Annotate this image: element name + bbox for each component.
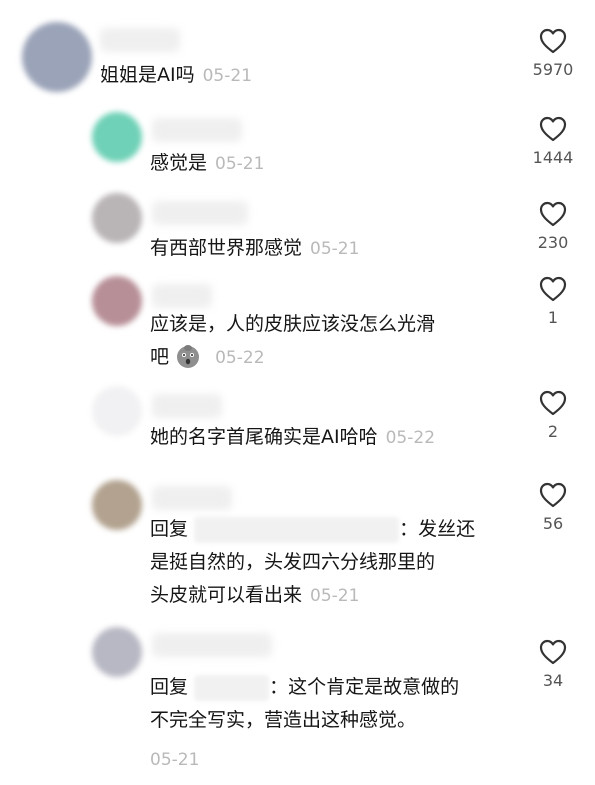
comment-line: 吧 xyxy=(150,346,170,368)
comment-date: 05-21 xyxy=(202,66,253,86)
comment-body: 感觉是 xyxy=(150,152,208,174)
like-count: 34 xyxy=(542,671,564,690)
reply-item[interactable]: 回复 ：这个肯定是故意做的 不完全写实，营造出这种感觉。 05-21 34 xyxy=(0,615,595,785)
avatar[interactable] xyxy=(92,627,142,677)
like-button[interactable]: 1444 xyxy=(523,116,583,167)
like-count: 2 xyxy=(547,422,559,441)
comment-text: 应该是，人的皮肤应该没怎么光滑 吧 05-22 xyxy=(150,308,520,375)
reply-item[interactable]: 感觉是 05-21 1444 xyxy=(0,100,595,185)
comment-date: 05-21 xyxy=(150,750,200,770)
avatar[interactable] xyxy=(92,193,142,243)
username-blurred[interactable] xyxy=(152,118,242,142)
username-blurred[interactable] xyxy=(152,394,222,418)
like-count: 1444 xyxy=(532,148,574,167)
avatar[interactable] xyxy=(92,276,142,326)
heart-outline-icon xyxy=(539,639,567,665)
avatar[interactable] xyxy=(22,22,92,92)
like-button[interactable]: 230 xyxy=(523,201,583,252)
comment-text: 姐姐是AI吗 05-21 xyxy=(100,59,252,93)
comment-line: ：这个肯定是故意做的 xyxy=(269,676,460,698)
like-button[interactable]: 5970 xyxy=(523,28,583,79)
reply-item[interactable]: 她的名字首尾确实是AI哈哈 05-22 2 xyxy=(0,380,595,470)
comment-text: 回复 ：发丝还 是挺自然的，头发四六分线那里的 头皮就可以看出来 05-21 xyxy=(150,513,520,613)
heart-outline-icon xyxy=(539,390,567,416)
reply-item[interactable]: 有西部世界那感觉 05-21 230 xyxy=(0,185,595,270)
like-button[interactable]: 1 xyxy=(523,276,583,327)
username-blurred[interactable] xyxy=(152,486,232,510)
comment-date: 05-21 xyxy=(310,239,360,259)
comment-line: ：发丝还 xyxy=(399,518,476,540)
mentioned-username-blurred[interactable] xyxy=(194,516,400,543)
heart-outline-icon xyxy=(539,28,567,54)
like-button[interactable]: 34 xyxy=(523,639,583,690)
comment-date: 05-22 xyxy=(215,348,265,368)
heart-outline-icon xyxy=(539,276,567,302)
reply-label: 回复 xyxy=(150,518,189,540)
comment-body: 有西部世界那感觉 xyxy=(150,237,303,259)
comment-text: 感觉是 05-21 xyxy=(150,147,264,181)
like-count: 56 xyxy=(542,514,564,533)
avatar[interactable] xyxy=(92,112,142,162)
comment-line: 头皮就可以看出来 xyxy=(150,584,303,606)
username-blurred[interactable] xyxy=(152,201,248,225)
avatar[interactable] xyxy=(92,480,142,530)
comment-line: 不完全写实，营造出这种感觉。 xyxy=(150,709,417,731)
username-blurred[interactable] xyxy=(152,284,212,308)
like-button[interactable]: 56 xyxy=(523,482,583,533)
comment-line: 是挺自然的，头发四六分线那里的 xyxy=(150,551,436,573)
comment-item[interactable]: 姐姐是AI吗 05-21 5970 xyxy=(0,0,595,100)
heart-outline-icon xyxy=(539,482,567,508)
comment-body: 姐姐是AI吗 xyxy=(100,64,195,86)
reply-item[interactable]: 应该是，人的皮肤应该没怎么光滑 吧 05-22 1 xyxy=(0,270,595,380)
comment-date: 05-22 xyxy=(385,428,436,448)
reply-item[interactable]: 回复 ：发丝还 是挺自然的，头发四六分线那里的 头皮就可以看出来 05-21 56 xyxy=(0,470,595,615)
reply-label: 回复 xyxy=(150,676,189,698)
like-count: 5970 xyxy=(532,60,574,79)
username-blurred[interactable] xyxy=(152,633,272,657)
mentioned-username-blurred[interactable] xyxy=(194,674,270,701)
gasp-face-emoji xyxy=(175,343,201,369)
username-blurred[interactable] xyxy=(100,28,180,52)
comment-body: 她的名字首尾确实是AI哈哈 xyxy=(150,426,378,448)
comment-date: 05-21 xyxy=(310,586,360,606)
like-count: 1 xyxy=(547,308,559,327)
comment-line: 应该是，人的皮肤应该没怎么光滑 xyxy=(150,313,436,335)
comment-date: 05-21 xyxy=(215,154,265,174)
avatar[interactable] xyxy=(92,386,142,436)
heart-outline-icon xyxy=(539,201,567,227)
comment-text: 回复 ：这个肯定是故意做的 不完全写实，营造出这种感觉。 05-21 xyxy=(150,671,520,777)
like-button[interactable]: 2 xyxy=(523,390,583,441)
comment-text: 有西部世界那感觉 05-21 xyxy=(150,232,359,266)
heart-outline-icon xyxy=(539,116,567,142)
like-count: 230 xyxy=(537,233,569,252)
comment-text: 她的名字首尾确实是AI哈哈 05-22 xyxy=(150,421,435,455)
